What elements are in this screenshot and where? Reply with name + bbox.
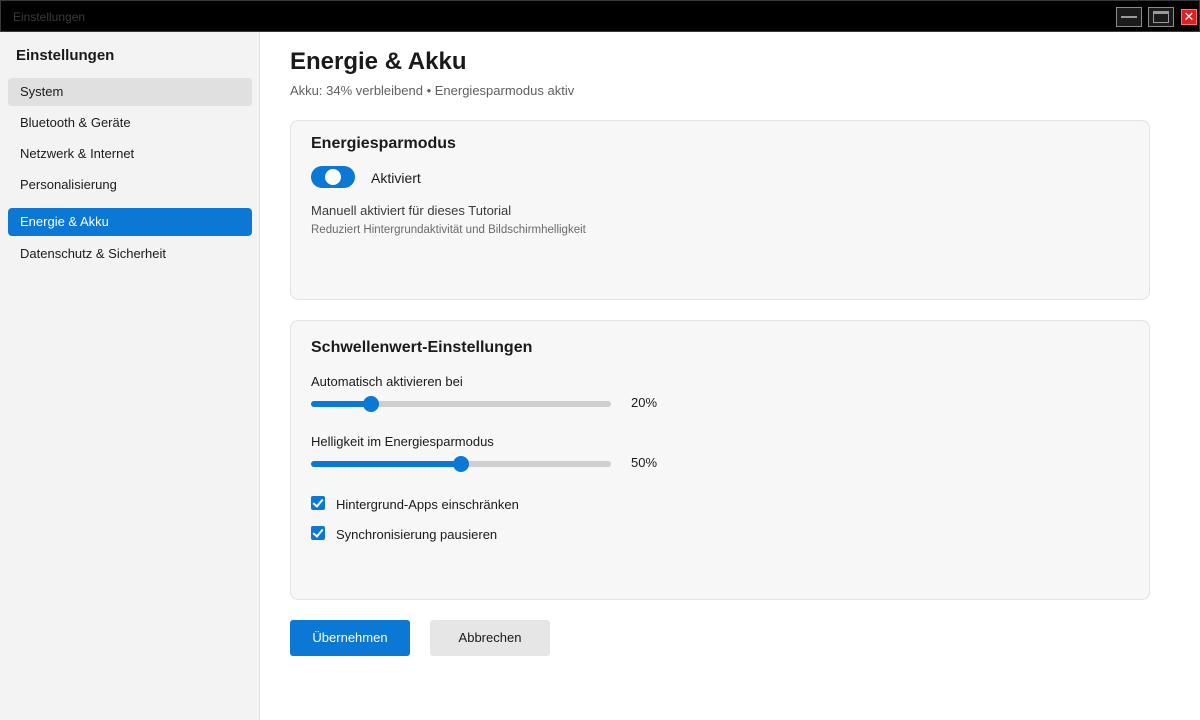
sidebar-item-label: System [20,84,64,99]
minimize-button[interactable] [1116,7,1142,27]
restrict-background-apps-checkbox[interactable] [311,496,325,510]
sidebar-title: Einstellungen [16,47,115,64]
auto-activate-value: 20% [631,395,658,410]
auto-activate-label: Automatisch aktivieren bei [311,374,463,389]
slider-thumb[interactable] [453,456,469,472]
sidebar-item-privacy[interactable]: Datenschutz & Sicherheit [8,240,252,268]
brightness-value: 50% [631,455,658,470]
sidebar: Einstellungen System Bluetooth & Geräte … [0,32,260,720]
sidebar-item-bluetooth[interactable]: Bluetooth & Geräte [8,109,252,137]
cancel-button[interactable]: Abbrechen [430,620,550,656]
battery-status: Akku: 34% verbleibend • Energiesparmodus… [290,83,575,98]
battery-saver-description: Reduziert Hintergrundaktivität und Bilds… [311,224,586,236]
close-icon: ✕ [1183,9,1195,24]
battery-saver-toggle[interactable] [311,166,355,188]
pause-sync-checkbox[interactable] [311,526,325,540]
title-bar: Einstellungen ✕ [0,0,1200,32]
battery-saver-card: Energiesparmodus Aktiviert Manuell aktiv… [290,120,1150,300]
toggle-knob [325,169,341,185]
slider-fill [311,401,371,407]
sidebar-item-system[interactable]: System [8,78,252,106]
sidebar-item-label: Energie & Akku [20,214,109,229]
sidebar-item-label: Datenschutz & Sicherheit [20,246,166,261]
sidebar-item-power[interactable]: Energie & Akku [8,208,252,236]
sidebar-item-network[interactable]: Netzwerk & Internet [8,140,252,168]
auto-activate-slider[interactable] [311,396,611,412]
slider-fill [311,461,461,467]
main-content: Energie & Akku Akku: 34% verbleibend • E… [260,32,1200,720]
window-title: Einstellungen [13,10,86,24]
restrict-background-apps-label: Hintergrund-Apps einschränken [336,497,519,512]
threshold-settings-title: Schwellenwert-Einstellungen [311,339,533,356]
toggle-label: Aktiviert [371,170,421,186]
battery-saver-note: Manuell aktiviert für dieses Tutorial [311,203,512,218]
threshold-settings-card: Schwellenwert-Einstellungen Automatisch … [290,320,1150,600]
pause-sync-label: Synchronisierung pausieren [336,527,498,542]
sidebar-item-label: Bluetooth & Geräte [20,115,131,130]
apply-button[interactable]: Übernehmen [290,620,410,656]
brightness-label: Helligkeit im Energiesparmodus [311,434,494,449]
slider-thumb[interactable] [363,396,379,412]
maximize-button[interactable] [1148,7,1174,27]
sidebar-item-label: Netzwerk & Internet [20,146,135,161]
battery-saver-title: Energiesparmodus [311,135,456,152]
close-button[interactable]: ✕ [1181,9,1197,25]
page-title: Energie & Akku [290,48,467,75]
sidebar-item-personalization[interactable]: Personalisierung [8,171,252,199]
sidebar-item-label: Personalisierung [20,177,117,192]
brightness-slider[interactable] [311,456,611,472]
